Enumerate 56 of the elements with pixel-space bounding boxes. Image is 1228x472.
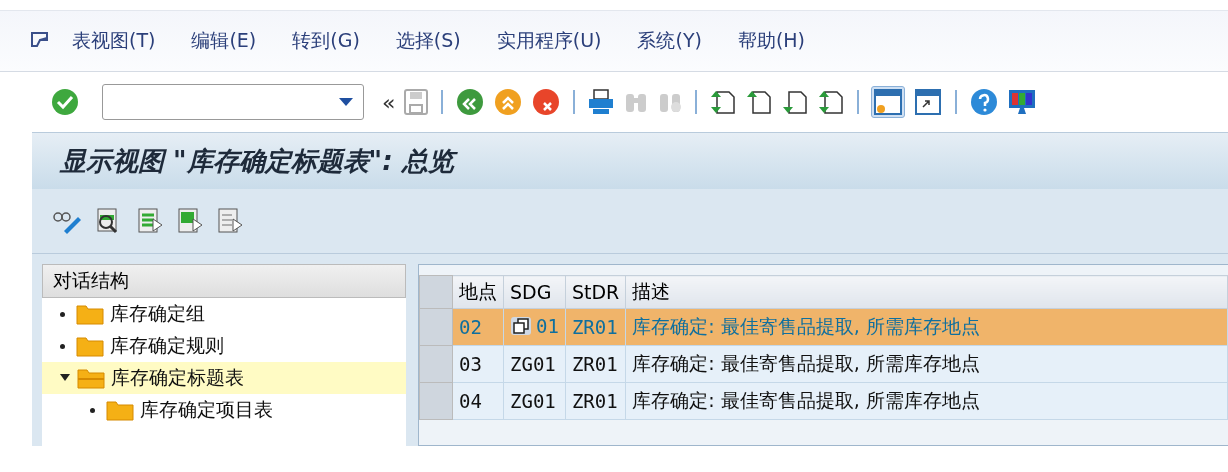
table-cell: ZR01: [565, 382, 626, 420]
table-cell: 02: [452, 308, 504, 346]
folder-icon: [76, 335, 104, 357]
table-cell: 03: [452, 345, 504, 383]
command-field[interactable]: [102, 84, 364, 120]
table-cell: ZG01: [503, 345, 566, 383]
folder-icon: [77, 367, 105, 389]
window-icon[interactable]: [871, 86, 906, 118]
menu-item[interactable]: 编辑(E): [191, 28, 257, 54]
table-cell: 库存确定: 最佳寄售品提取, 所需库存地点: [625, 308, 1228, 346]
monitor-icon[interactable]: [1007, 87, 1038, 117]
next-page-icon[interactable]: [781, 88, 810, 116]
deselect-all-icon[interactable]: [216, 207, 244, 235]
menu-item[interactable]: 帮助(H): [737, 28, 806, 54]
table-cell: 库存确定: 最佳寄售品提取, 所需库存地点: [625, 345, 1228, 383]
bullet-icon: [60, 311, 65, 317]
menu-item[interactable]: 表视图(T): [72, 28, 156, 54]
tree-item[interactable]: 库存确定标题表: [42, 362, 406, 394]
column-header[interactable]: 描述: [625, 275, 1228, 309]
back-icon[interactable]: [455, 87, 486, 117]
shortcut-icon[interactable]: [913, 87, 944, 117]
tree-item[interactable]: 库存确定组: [42, 298, 406, 330]
tree-item[interactable]: 库存确定项目表: [42, 394, 406, 426]
table-cell: 库存确定: 最佳寄售品提取, 所需库存地点: [625, 382, 1228, 420]
tree-item[interactable]: 库存确定规则: [42, 330, 406, 362]
help-icon[interactable]: [969, 87, 1000, 117]
select-block-icon[interactable]: [176, 207, 204, 235]
bullet-icon: [90, 407, 95, 413]
enter-icon[interactable]: [50, 87, 80, 117]
table-cell: 04: [452, 382, 504, 420]
dropdown-arrow-icon[interactable]: [339, 98, 353, 106]
column-header[interactable]: StDR: [565, 275, 626, 309]
expand-caret-icon[interactable]: [60, 374, 70, 382]
panel-header: 对话结构: [42, 264, 406, 298]
first-page-icon[interactable]: [709, 88, 738, 116]
history-button[interactable]: «: [382, 89, 396, 115]
menu-item[interactable]: 转到(G): [292, 28, 360, 54]
table-cell: ZG01: [503, 382, 566, 420]
folder-icon: [76, 303, 104, 325]
select-all-icon[interactable]: [136, 207, 164, 235]
menu-item[interactable]: 系统(Y): [637, 28, 702, 54]
copy-icon[interactable]: [510, 315, 532, 336]
save-icon[interactable]: [403, 88, 430, 116]
table-cell: ZR01: [565, 308, 626, 346]
table-cell: ZR01: [565, 345, 626, 383]
column-header[interactable]: 地点: [452, 275, 504, 309]
menu-item[interactable]: 选择(S): [395, 28, 461, 54]
column-header[interactable]: SDG: [503, 275, 566, 309]
table-cell: 01: [503, 308, 566, 346]
last-page-icon[interactable]: [817, 88, 846, 116]
folder-icon: [106, 399, 134, 421]
print-icon[interactable]: [587, 88, 616, 116]
menu-item[interactable]: 实用程序(U): [496, 28, 602, 54]
cancel-icon[interactable]: [531, 87, 562, 117]
previous-page-icon[interactable]: [745, 88, 774, 116]
bullet-icon: [60, 343, 65, 349]
